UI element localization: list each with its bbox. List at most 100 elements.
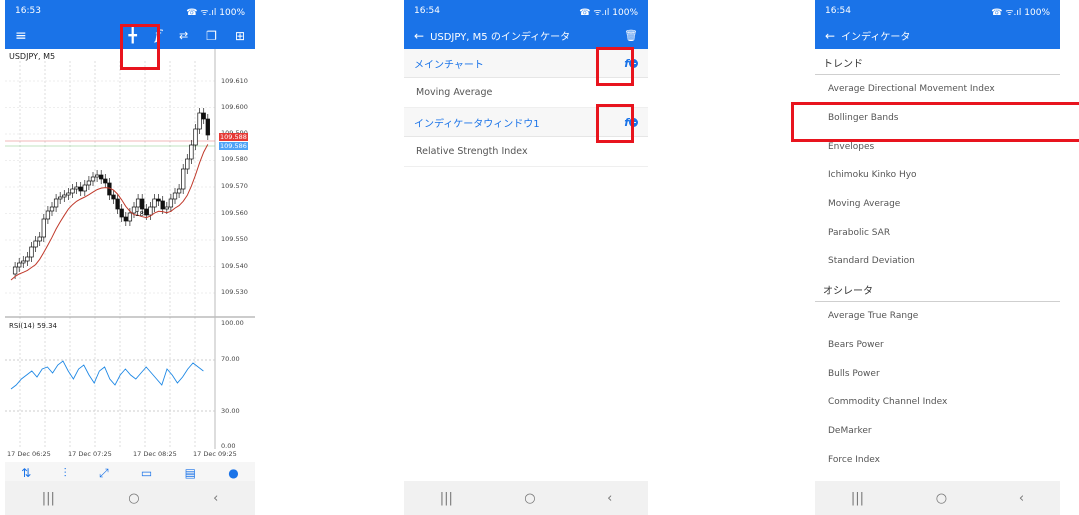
- candle-body: [172, 192, 178, 200]
- candle-body: [156, 198, 161, 202]
- recent-apps-icon[interactable]: |||: [851, 491, 864, 506]
- chart-marker: 18: [135, 210, 144, 218]
- page-title: USDJPY, M5 のインディケータ: [430, 32, 571, 43]
- quotes-icon[interactable]: ⇅: [21, 466, 31, 480]
- back-arrow-icon[interactable]: ←: [414, 29, 424, 43]
- candle-body: [58, 196, 63, 200]
- candle-body: [78, 186, 83, 192]
- time-tick: 17 Dec 08:25: [133, 450, 177, 458]
- indicator-item[interactable]: Force Index: [815, 445, 1060, 474]
- recent-apps-icon[interactable]: |||: [42, 491, 55, 506]
- indicator-label: Moving Average: [416, 87, 493, 98]
- window-icon[interactable]: ❐: [206, 29, 217, 43]
- candle-body: [53, 198, 59, 208]
- chart-symbol: USDJPY, M5: [9, 52, 56, 61]
- status-bar: 16:54 ☎ ᯤ.ıl 100%: [404, 0, 648, 22]
- indicator-item[interactable]: Ichimoku Kinko Hyo: [815, 161, 1060, 190]
- candle-body: [45, 210, 51, 220]
- candle-body: [33, 240, 38, 248]
- time-tick: 17 Dec 06:25: [7, 450, 51, 458]
- back-arrow-icon[interactable]: ←: [825, 29, 835, 43]
- news-icon[interactable]: ▤: [185, 466, 196, 480]
- candle-body: [164, 206, 169, 210]
- time-tick: 17 Dec 09:25: [193, 450, 237, 458]
- app-bar: ← USDJPY, M5 のインディケータ 🗑: [404, 22, 648, 49]
- trade-icon[interactable]: ⤢: [99, 466, 109, 481]
- home-icon[interactable]: ○: [936, 491, 947, 506]
- candle-body: [12, 266, 18, 275]
- rsi-line: [10, 360, 204, 390]
- candle-body: [123, 216, 128, 222]
- candle-body: [152, 198, 157, 208]
- candle-body: [21, 260, 26, 264]
- group-oscillator: オシレータ: [815, 276, 1060, 302]
- status-indicators: ☎ ᯤ.ıl 100%: [186, 7, 245, 18]
- back-icon[interactable]: ‹: [607, 491, 612, 506]
- candle-body: [127, 212, 133, 222]
- indicator-item[interactable]: DeMarker: [815, 417, 1060, 446]
- indicator-item[interactable]: Moving Average: [815, 190, 1060, 219]
- back-icon[interactable]: ‹: [1019, 491, 1024, 506]
- recent-apps-icon[interactable]: |||: [440, 491, 453, 506]
- group-label: トレンド: [823, 59, 863, 70]
- indicator-item[interactable]: Commodity Channel Index: [815, 388, 1060, 417]
- highlight-box: [596, 104, 634, 143]
- chart-screen: 16:53 ☎ ᯤ.ıl 100% ≡ ╋ f ⇄ ❐ ⊞ USDJPY, M5…: [5, 0, 255, 515]
- candle-body: [201, 112, 206, 120]
- indicator-item[interactable]: Standard Deviation: [815, 247, 1060, 276]
- section-label: メインチャート: [414, 59, 484, 71]
- status-indicators: ☎ ᯤ.ıl 100%: [579, 7, 638, 18]
- candle-body: [103, 178, 108, 184]
- candle-body: [41, 218, 46, 238]
- group-trend: トレンド: [815, 49, 1060, 75]
- candle-body: [37, 236, 42, 242]
- candle-body: [168, 198, 174, 208]
- history-icon[interactable]: ▭: [141, 466, 152, 480]
- candle-body: [119, 208, 124, 218]
- system-navbar: ||| ○ ‹: [815, 481, 1060, 515]
- new-order-icon[interactable]: ⊞: [235, 29, 245, 43]
- candle-body: [148, 206, 153, 216]
- chart-canvas[interactable]: [5, 49, 255, 463]
- status-indicators: ☎ ᯤ.ıl 100%: [991, 7, 1050, 18]
- ask-price-tag: 109.586: [219, 142, 248, 150]
- back-icon[interactable]: ‹: [213, 491, 218, 506]
- candle-body: [135, 198, 141, 208]
- home-icon[interactable]: ○: [524, 491, 535, 506]
- indicator-item[interactable]: Average True Range: [815, 302, 1060, 331]
- highlight-box: [596, 47, 634, 86]
- price-tick: 109.610: [221, 77, 248, 85]
- candle-body: [140, 198, 145, 210]
- indicator-item[interactable]: Bears Power: [815, 331, 1060, 360]
- status-time: 16:53: [15, 6, 41, 16]
- price-tick: 109.570: [221, 182, 248, 190]
- price-tick: 109.600: [221, 103, 248, 111]
- chart-type-icon[interactable]: ⇄: [179, 29, 188, 42]
- chat-icon[interactable]: ●: [228, 466, 238, 480]
- indicator-item[interactable]: Parabolic SAR: [815, 218, 1060, 247]
- highlight-box: [120, 24, 160, 70]
- indicator-list-screen: 16:54 ☎ ᯤ.ıl 100% ← インディケータ トレンド Average…: [815, 0, 1060, 515]
- indicator-label: Relative Strength Index: [416, 146, 528, 157]
- candle-body: [176, 188, 182, 194]
- bid-price-tag: 109.588: [219, 133, 248, 141]
- indicator-item[interactable]: Bulls Power: [815, 359, 1060, 388]
- candle-body: [189, 144, 194, 160]
- rsi-level: 70.00: [221, 355, 240, 363]
- chart-icon[interactable]: ⫶: [64, 466, 67, 481]
- menu-icon[interactable]: ≡: [15, 28, 27, 44]
- page-title: インディケータ: [841, 32, 911, 43]
- delete-icon[interactable]: 🗑: [624, 29, 638, 42]
- indicator-item[interactable]: Average Directional Movement Index: [815, 75, 1060, 104]
- candle-body: [99, 174, 104, 180]
- candle-body: [70, 188, 75, 194]
- highlight-box: [791, 102, 1079, 142]
- status-time: 16:54: [825, 6, 851, 16]
- candle-body: [66, 192, 71, 196]
- status-time: 16:54: [414, 6, 440, 16]
- candle-body: [82, 184, 87, 192]
- rsi-level: 0.00: [221, 442, 236, 450]
- home-icon[interactable]: ○: [128, 491, 139, 506]
- chart-indicators-screen: 16:54 ☎ ᯤ.ıl 100% ← USDJPY, M5 のインディケータ …: [404, 0, 648, 515]
- price-chart[interactable]: USDJPY, M5 RSI(14) 59.34 109.610 109.600…: [5, 49, 255, 463]
